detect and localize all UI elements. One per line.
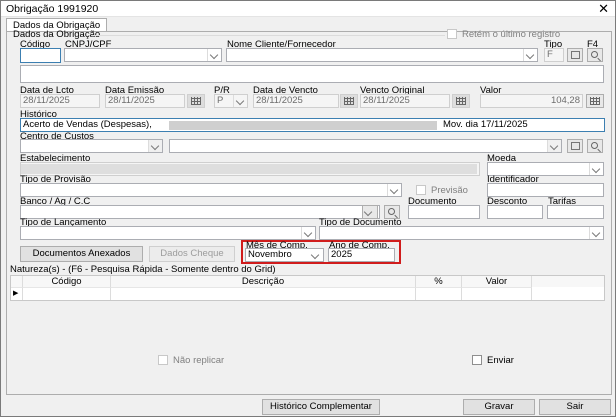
list-icon — [571, 51, 580, 59]
estabelecimento-redacted — [21, 164, 477, 174]
documentos-anexados-button[interactable]: Documentos Anexados — [20, 246, 143, 262]
enviar-checkbox[interactable] — [472, 355, 482, 365]
tipo-input[interactable]: F — [544, 48, 564, 62]
grid-header-valor[interactable]: Valor — [462, 276, 532, 287]
row-arrow-icon: ▶ — [13, 290, 19, 297]
obrigacao-window: Obrigação 1991920 ✕ Dados da Obrigação D… — [0, 0, 616, 417]
window-title: Obrigação 1991920 — [6, 3, 99, 15]
search-button[interactable] — [587, 139, 603, 153]
calendar-icon[interactable] — [340, 94, 358, 108]
chevron-down-icon[interactable] — [148, 140, 162, 152]
dados-cheque-button[interactable]: Dados Cheque — [149, 246, 235, 262]
nao-replicar-checkbox[interactable] — [158, 355, 168, 365]
nao-replicar-label: Não replicar — [173, 355, 225, 366]
chevron-down-icon[interactable] — [207, 49, 221, 61]
ano-comp-input[interactable]: 2025 — [328, 248, 395, 262]
previsao-checkbox[interactable] — [416, 185, 426, 195]
tipo-lancamento-combo[interactable] — [20, 226, 316, 240]
historico-input[interactable]: Acerto de Vendas (Despesas), Mov. dia 17… — [20, 118, 605, 132]
calendar-icon[interactable] — [452, 94, 470, 108]
valor-input[interactable]: 104,28 — [480, 94, 583, 108]
cnpj-combo[interactable] — [64, 48, 222, 62]
grid-row-indicator: ▶ — [11, 287, 23, 300]
sair-button[interactable]: Sair — [539, 399, 611, 415]
centro-custos-code-combo[interactable] — [20, 139, 163, 153]
codigo-input[interactable] — [20, 48, 61, 63]
data-lcto-input[interactable]: 28/11/2025 — [20, 94, 100, 108]
list-button[interactable] — [567, 48, 583, 62]
tipo-provisao-combo[interactable] — [20, 183, 402, 197]
calculator-icon[interactable] — [586, 94, 604, 108]
data-vencto-input[interactable]: 28/11/2025 — [253, 94, 339, 108]
grid-row-header — [11, 276, 23, 287]
close-icon[interactable]: ✕ — [598, 1, 609, 17]
chevron-down-icon[interactable] — [547, 140, 561, 152]
mes-comp-combo[interactable]: Novembro — [245, 248, 324, 262]
chevron-down-icon[interactable] — [523, 49, 537, 61]
grid-header-filler — [532, 276, 604, 287]
pr-value: P — [217, 95, 224, 106]
grid-cell-codigo[interactable] — [23, 287, 111, 300]
grid-header-codigo[interactable]: Código — [23, 276, 111, 287]
identificador-input[interactable] — [487, 183, 604, 197]
chevron-down-icon[interactable] — [387, 184, 401, 196]
nome-combo[interactable] — [226, 48, 538, 62]
tipo-documento-combo[interactable] — [319, 226, 604, 240]
list-icon — [571, 142, 580, 150]
chevron-down-icon[interactable] — [589, 227, 603, 239]
search-button[interactable] — [587, 48, 603, 62]
title-bar: Obrigação 1991920 ✕ — [1, 1, 615, 17]
centro-custos-combo[interactable] — [169, 139, 562, 153]
tarifas-input[interactable] — [547, 205, 604, 219]
grid-cell-valor[interactable] — [462, 287, 532, 300]
enviar-label: Enviar — [487, 355, 514, 366]
vencto-original-input[interactable]: 28/11/2025 — [360, 94, 450, 108]
chevron-down-icon[interactable] — [589, 163, 603, 175]
search-icon — [591, 142, 598, 149]
historico-redacted — [169, 121, 437, 130]
search-icon — [388, 208, 395, 215]
historico-text-end: Mov. dia 17/11/2025 — [443, 119, 528, 130]
cliente-info-box — [20, 65, 604, 83]
natureza-title: Natureza(s) - (F6 - Pesquisa Rápida - So… — [10, 264, 276, 275]
grid-cell-descricao[interactable] — [111, 287, 416, 300]
desconto-input[interactable] — [487, 205, 543, 219]
gravar-button[interactable]: Gravar — [463, 399, 535, 415]
search-icon — [591, 51, 598, 58]
historico-text-start: Acerto de Vendas (Despesas), — [23, 119, 152, 130]
chevron-down-icon[interactable] — [301, 227, 315, 239]
list-button[interactable] — [567, 139, 583, 153]
natureza-grid[interactable]: Código Descrição % Valor ▶ — [10, 275, 605, 301]
grid-header-percent[interactable]: % — [416, 276, 462, 287]
grid-header-descricao[interactable]: Descrição — [111, 276, 416, 287]
previsao-label: Previsão — [431, 185, 468, 196]
documento-input[interactable] — [408, 205, 480, 219]
retem-checkbox[interactable] — [447, 29, 457, 39]
data-emissao-input[interactable]: 28/11/2025 — [105, 94, 185, 108]
pr-combo[interactable]: P — [214, 94, 248, 108]
historico-complementar-button[interactable]: Histórico Complementar — [262, 399, 380, 415]
chevron-down-icon[interactable] — [233, 95, 247, 107]
section-divider — [91, 35, 445, 36]
calendar-icon[interactable] — [187, 94, 205, 108]
mes-comp-value: Novembro — [248, 249, 292, 260]
grid-cell-percent[interactable] — [416, 287, 462, 300]
chevron-down-icon[interactable] — [309, 249, 323, 261]
